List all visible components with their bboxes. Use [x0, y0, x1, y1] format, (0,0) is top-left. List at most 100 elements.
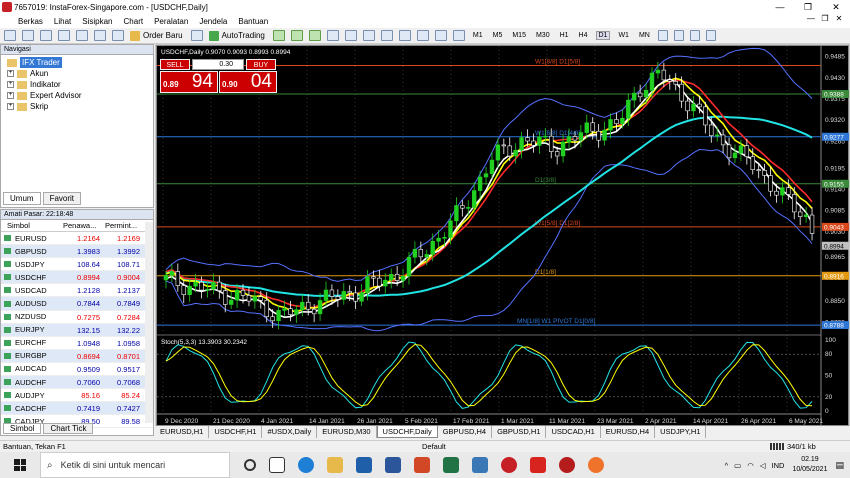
col-symbol[interactable]: Simbol: [1, 220, 63, 231]
tf-d1[interactable]: D1: [595, 31, 611, 40]
table-row[interactable]: USDJPY 108.64 108.71: [1, 258, 153, 272]
table-row[interactable]: USDCHF 0.8994 0.9004: [1, 271, 153, 285]
profiles-icon[interactable]: [22, 30, 34, 41]
close-button[interactable]: ✕: [822, 0, 850, 14]
store-icon[interactable]: [356, 457, 372, 473]
network-icon[interactable]: ◠: [747, 461, 754, 470]
mdi-restore-button[interactable]: ❐: [818, 14, 832, 23]
col-ask[interactable]: Permint...: [105, 220, 145, 231]
menu-lihat[interactable]: Lihat: [54, 17, 71, 26]
table-row[interactable]: NZDUSD 0.7275 0.7284: [1, 311, 153, 324]
table-row[interactable]: USDCAD 1.2128 1.2137: [1, 284, 153, 298]
taskbar-search-input[interactable]: ⌕ Ketik di sini untuk mencari: [40, 452, 230, 478]
tray-overflow-icon[interactable]: ^: [725, 461, 729, 470]
instaforex-icon[interactable]: [501, 457, 517, 473]
chart-tab[interactable]: USDCHF,Daily: [376, 426, 438, 438]
battery-icon[interactable]: ▭: [734, 461, 741, 470]
tf-h4[interactable]: H4: [577, 32, 590, 39]
tab-favorit[interactable]: Favorit: [42, 192, 82, 205]
mdi-minimize-button[interactable]: —: [804, 14, 818, 23]
tab-chart-tick[interactable]: Chart Tick: [43, 423, 94, 434]
word-icon[interactable]: [385, 457, 401, 473]
windows-start-icon[interactable]: [14, 459, 26, 471]
tf-m15[interactable]: M15: [510, 32, 528, 39]
chart-tab[interactable]: EURUSD,H4: [601, 426, 656, 438]
candle-chart-icon[interactable]: [290, 30, 303, 41]
nav-item-ifx-trader[interactable]: IFX Trader: [7, 57, 153, 68]
bar-chart-icon[interactable]: [272, 30, 285, 41]
chart-tab[interactable]: USDCAD,H1: [546, 426, 601, 438]
volume-icon[interactable]: ◁: [760, 461, 766, 470]
terminal-icon[interactable]: [94, 30, 106, 41]
menu-sisipkan[interactable]: Sisipkan: [82, 17, 112, 26]
table-row[interactable]: CADCHF 0.7419 0.7427: [1, 402, 153, 416]
menu-jendela[interactable]: Jendela: [199, 17, 227, 26]
cortana-icon[interactable]: [244, 459, 256, 471]
chart-tab[interactable]: GBPUSD,H4: [438, 426, 493, 438]
periods-icon[interactable]: [434, 30, 447, 41]
lot-size-input[interactable]: 0.30: [192, 59, 244, 70]
tf-m5[interactable]: M5: [491, 32, 505, 39]
line-chart-icon[interactable]: [308, 30, 321, 41]
zoom-out-icon[interactable]: [344, 30, 357, 41]
indicators-icon[interactable]: [416, 30, 429, 41]
autoscroll-icon[interactable]: [380, 30, 393, 41]
table-row[interactable]: EURJPY 132.15 132.22: [1, 323, 153, 337]
excel-icon[interactable]: [443, 457, 459, 473]
expand-icon[interactable]: +: [7, 70, 14, 77]
metaeditor-icon[interactable]: [190, 30, 203, 41]
file-explorer-icon[interactable]: [327, 457, 343, 473]
status-traffic[interactable]: 340/1 kb: [770, 442, 816, 451]
status-profile[interactable]: Default: [422, 442, 446, 451]
table-row[interactable]: AUDUSD 0.7844 0.7849: [1, 297, 153, 311]
expand-icon[interactable]: +: [7, 92, 14, 99]
crosshair-icon[interactable]: [673, 30, 684, 41]
menu-berkas[interactable]: Berkas: [18, 17, 43, 26]
opera-icon[interactable]: [559, 457, 575, 473]
nav-item-akun[interactable]: + Akun: [7, 68, 153, 79]
chart-tab[interactable]: EURUSD,H1: [155, 426, 210, 438]
minimize-button[interactable]: —: [766, 0, 794, 14]
edge-icon[interactable]: [298, 457, 314, 473]
chart-tab[interactable]: #USDX,Daily: [262, 426, 318, 438]
nav-item-indikator[interactable]: + Indikator: [7, 79, 153, 90]
chart-window[interactable]: 9 Dec 2020 21 Dec 2020 4 Jan 2021 14 Jan 20…: [156, 45, 849, 427]
vertical-line-icon[interactable]: [689, 30, 700, 41]
navigator-icon[interactable]: [76, 30, 88, 41]
tester-icon[interactable]: [112, 30, 124, 41]
table-row[interactable]: AUDCHF 0.7060 0.7068: [1, 376, 153, 390]
table-row[interactable]: EURGBP 0.8694 0.8701: [1, 349, 153, 363]
autotrading-button[interactable]: AutoTrading: [208, 30, 265, 41]
tab-simbol[interactable]: Simbol: [3, 423, 42, 434]
tab-umum[interactable]: Umum: [3, 192, 41, 205]
mdi-close-button[interactable]: ✕: [832, 14, 846, 23]
new-order-button[interactable]: Order Baru: [130, 30, 183, 41]
data-window-icon[interactable]: [58, 30, 70, 41]
menu-chart[interactable]: Chart: [124, 17, 144, 26]
powerpoint-icon[interactable]: [414, 457, 430, 473]
chart-shift-icon[interactable]: [398, 30, 411, 41]
expand-icon[interactable]: +: [7, 103, 14, 110]
tf-m30[interactable]: M30: [534, 32, 552, 39]
zoom-in-icon[interactable]: [326, 30, 339, 41]
chart-tab[interactable]: USDCHF,H1: [209, 426, 263, 438]
tf-h1[interactable]: H1: [558, 32, 571, 39]
table-row[interactable]: AUDJPY 85.16 85.24: [1, 389, 153, 403]
buy-price[interactable]: 0.90 04: [219, 71, 277, 93]
tf-mn[interactable]: MN: [637, 32, 652, 39]
mail-icon[interactable]: [472, 457, 488, 473]
terminal-app-icon[interactable]: [530, 457, 546, 473]
firefox-icon[interactable]: [588, 457, 604, 473]
expand-icon[interactable]: +: [7, 81, 14, 88]
notification-icon[interactable]: ▤: [835, 460, 844, 471]
maximize-button[interactable]: ❐: [794, 0, 822, 14]
chart-tab[interactable]: EURUSD,M30: [317, 426, 377, 438]
table-row[interactable]: AUDCAD 0.9509 0.9517: [1, 363, 153, 377]
nav-item-skrip[interactable]: + Skrip: [7, 101, 153, 112]
horizontal-line-icon[interactable]: [705, 30, 716, 41]
table-row[interactable]: EURCHF 1.0948 1.0958: [1, 337, 153, 350]
sell-price[interactable]: 0.89 94: [160, 71, 218, 93]
language-indicator[interactable]: IND: [772, 461, 785, 470]
new-chart-icon[interactable]: [4, 30, 16, 41]
table-row[interactable]: EURUSD 1.2164 1.2169: [1, 232, 153, 246]
